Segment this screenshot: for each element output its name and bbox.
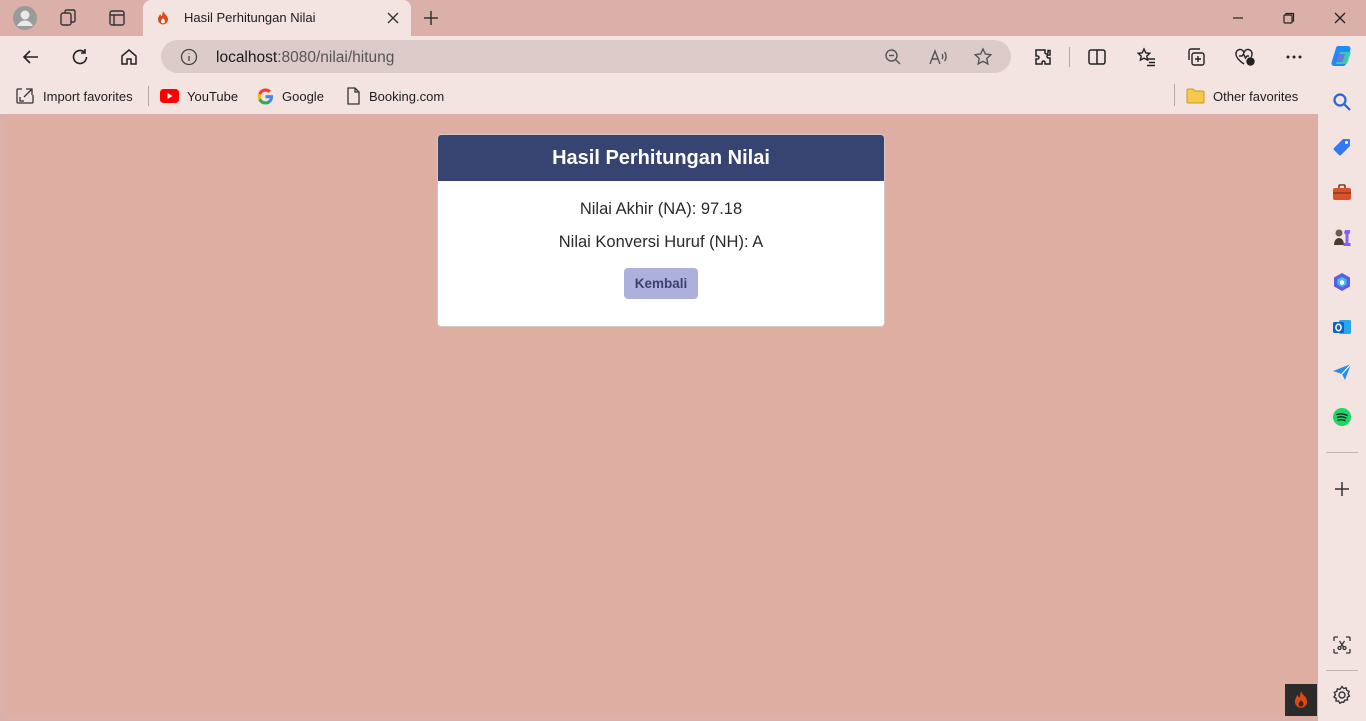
- close-tab-icon[interactable]: [385, 10, 401, 26]
- favorite-label: Import favorites: [43, 88, 133, 104]
- page-title: Hasil Perhitungan Nilai: [552, 146, 770, 169]
- favorite-label: Google: [282, 88, 324, 104]
- favorites-divider: [1174, 84, 1175, 106]
- add-app-plus-icon[interactable]: [1329, 476, 1355, 502]
- import-icon: [16, 88, 34, 104]
- favorites-bar: Import favorites YouTube Google Booking.…: [0, 78, 1318, 114]
- tab-actions-icon[interactable]: [104, 6, 130, 30]
- url-path: :8080/nilai/hitung: [277, 49, 395, 66]
- tab-title: Hasil Perhitungan Nilai: [184, 10, 316, 25]
- codeigniter-flame-icon: [155, 10, 171, 26]
- toolbar-divider: [1069, 47, 1070, 67]
- sidebar-divider: [1326, 452, 1358, 453]
- games-chess-icon[interactable]: [1329, 224, 1355, 250]
- favorites-divider: [148, 86, 149, 106]
- page-viewport: Hasil Perhitungan Nilai Nilai Akhir (NA)…: [5, 118, 1317, 716]
- site-info-icon[interactable]: [180, 48, 198, 66]
- microsoft-365-icon[interactable]: [1329, 269, 1355, 295]
- settings-gear-icon[interactable]: [1329, 682, 1355, 708]
- collections-icon[interactable]: [1183, 44, 1209, 70]
- screenshot-icon[interactable]: [1329, 632, 1355, 658]
- profile-avatar-icon[interactable]: [12, 6, 38, 30]
- favorite-label: YouTube: [187, 88, 239, 104]
- tools-briefcase-icon[interactable]: [1329, 179, 1355, 205]
- active-tab[interactable]: Hasil Perhitungan Nilai: [143, 0, 411, 36]
- more-options-icon[interactable]: [1281, 44, 1307, 70]
- home-icon[interactable]: [116, 44, 142, 70]
- refresh-icon[interactable]: [67, 44, 93, 70]
- debug-toolbar-flame-icon[interactable]: [1285, 684, 1317, 716]
- read-aloud-icon[interactable]: [927, 46, 949, 68]
- search-icon[interactable]: [1329, 89, 1355, 115]
- card-header: Hasil Perhitungan Nilai: [438, 135, 884, 181]
- minimize-icon[interactable]: [1226, 6, 1250, 30]
- url-host: localhost: [216, 49, 278, 66]
- google-icon: [257, 88, 274, 105]
- result-card: Hasil Perhitungan Nilai Nilai Akhir (NA)…: [437, 134, 885, 327]
- favorite-import[interactable]: Import favorites: [15, 86, 133, 106]
- shopping-tag-icon[interactable]: [1329, 134, 1355, 160]
- youtube-icon: [160, 89, 179, 103]
- url-text[interactable]: localhost:8080/nilai/hitung: [216, 49, 394, 67]
- folder-icon: [1186, 88, 1205, 104]
- workspaces-icon[interactable]: [56, 6, 82, 30]
- address-bar[interactable]: localhost:8080/nilai/hitung: [161, 40, 1011, 73]
- favorite-other-folder[interactable]: Other favorites: [1186, 86, 1298, 106]
- extensions-puzzle-icon[interactable]: [1030, 44, 1056, 70]
- letter-grade-text: Nilai Konversi Huruf (NH): A: [558, 233, 764, 251]
- send-drop-icon[interactable]: [1329, 359, 1355, 385]
- edge-sidebar: [1318, 36, 1366, 721]
- favorite-star-icon[interactable]: [972, 46, 994, 68]
- restore-icon[interactable]: [1277, 6, 1301, 30]
- tab-strip: Hasil Perhitungan Nilai: [0, 0, 1366, 36]
- zoom-out-icon[interactable]: [882, 46, 904, 68]
- browser-essentials-icon[interactable]: [1232, 44, 1258, 70]
- favorites-list-icon[interactable]: [1133, 44, 1159, 70]
- favorite-label: Other favorites: [1213, 88, 1299, 104]
- sidebar-divider: [1326, 670, 1358, 671]
- new-tab-icon[interactable]: [419, 6, 443, 30]
- back-button[interactable]: Kembali: [623, 268, 699, 299]
- split-screen-icon[interactable]: [1084, 44, 1110, 70]
- final-score-text: Nilai Akhir (NA): 97.18: [579, 200, 743, 218]
- spotify-icon[interactable]: [1329, 404, 1355, 430]
- copilot-icon[interactable]: [1329, 43, 1355, 69]
- outlook-icon[interactable]: [1329, 314, 1355, 340]
- page-icon: [347, 87, 360, 105]
- favorite-google[interactable]: Google: [257, 86, 324, 106]
- back-arrow-icon[interactable]: [18, 44, 44, 70]
- favorite-booking[interactable]: Booking.com: [346, 86, 444, 106]
- navigation-toolbar: localhost:8080/nilai/hitung: [0, 36, 1318, 78]
- close-window-icon[interactable]: [1328, 6, 1352, 30]
- favorite-label: Booking.com: [369, 88, 445, 104]
- favorite-youtube[interactable]: YouTube: [160, 86, 238, 106]
